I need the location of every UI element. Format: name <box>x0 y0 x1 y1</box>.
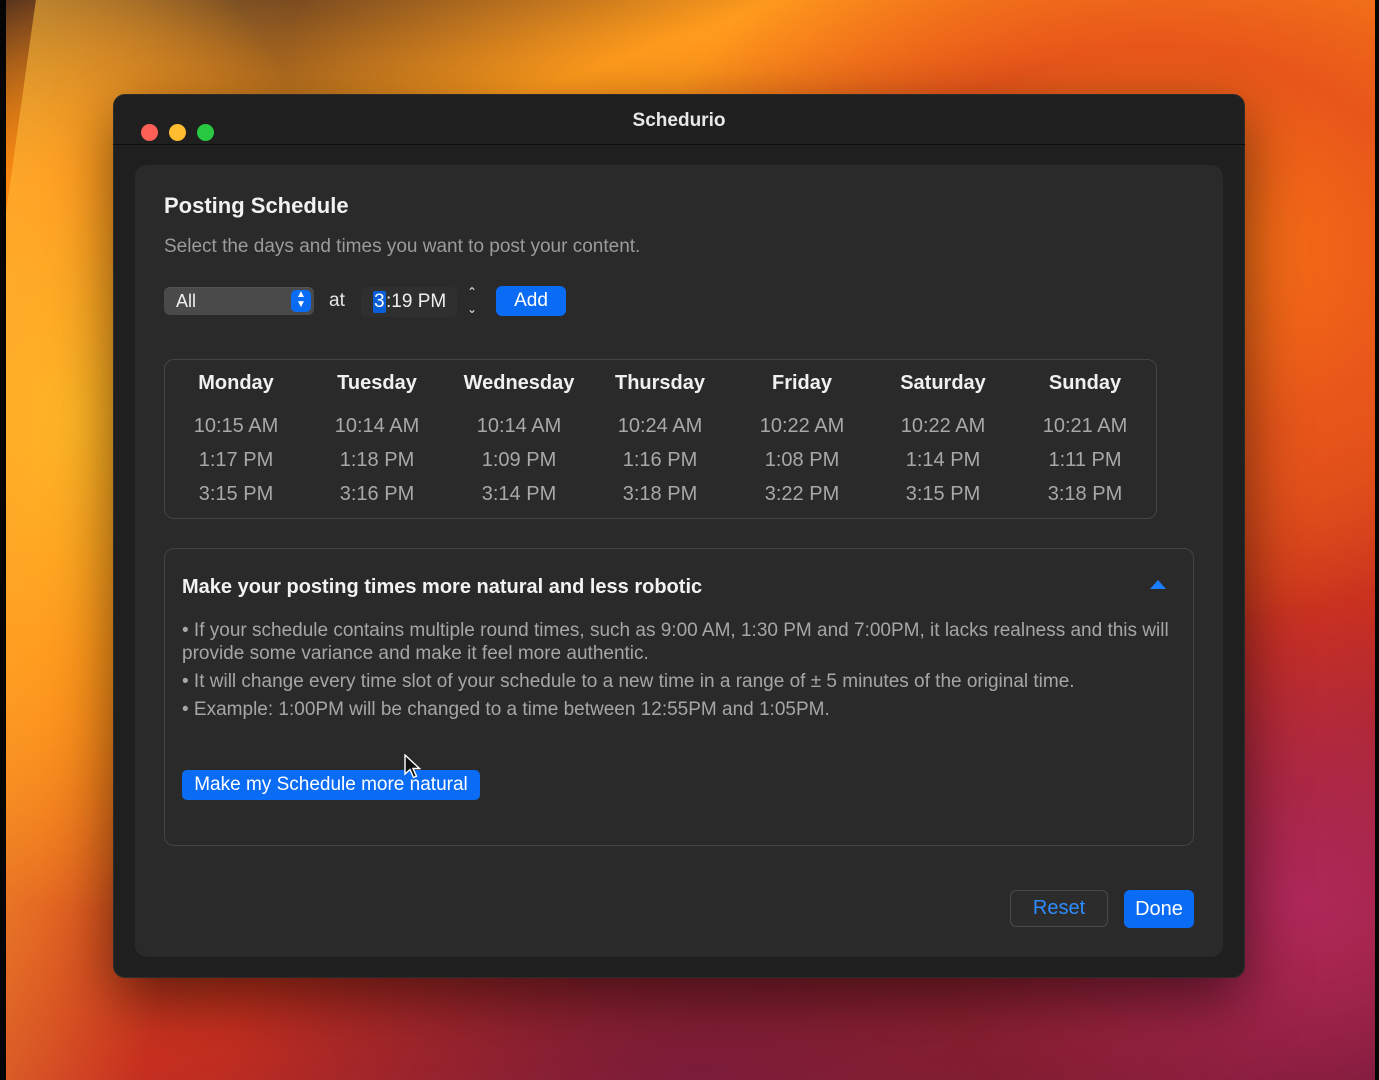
app-window: Schedurio Posting Schedule Select the da… <box>113 94 1245 978</box>
bullet-item: • Example: 1:00PM will be changed to a t… <box>182 699 830 720</box>
natural-bullet-list: • If your schedule contains multiple rou… <box>182 619 1182 726</box>
schedule-grid: Monday 10:15 AM 1:17 PM 3:15 PM Tuesday … <box>164 359 1157 519</box>
natural-panel-title: Make your posting times more natural and… <box>182 576 703 598</box>
time-slot: 3:15 PM <box>905 483 981 505</box>
time-slot: 3:18 PM <box>1047 483 1123 505</box>
time-slot: 3:18 PM <box>622 483 698 505</box>
day-name: Saturday <box>900 372 986 394</box>
time-stepper-icon[interactable]: ⌃ ⌄ <box>464 284 480 318</box>
time-slot: 10:14 AM <box>476 415 562 437</box>
collapse-chevron-icon[interactable] <box>1150 580 1166 589</box>
time-slot: 3:22 PM <box>764 483 840 505</box>
time-slot: 1:14 PM <box>905 449 981 471</box>
day-name: Sunday <box>1048 372 1122 394</box>
select-stepper-icon: ▲ ▼ <box>291 290 311 312</box>
time-slot: 3:16 PM <box>339 483 415 505</box>
screen-bezel-right <box>1375 0 1379 1080</box>
done-button[interactable]: Done <box>1124 890 1194 928</box>
time-minute-segment[interactable]: :19 PM <box>386 291 446 313</box>
day-select[interactable]: All ▲ ▼ <box>164 287 314 315</box>
add-button[interactable]: Add <box>496 286 566 316</box>
reset-button[interactable]: Reset <box>1010 890 1108 927</box>
time-slot: 10:22 AM <box>900 415 986 437</box>
day-select-value: All <box>176 291 197 311</box>
at-label: at <box>329 290 345 311</box>
time-slot: 3:15 PM <box>198 483 274 505</box>
day-name: Friday <box>771 372 833 394</box>
time-slot: 3:14 PM <box>481 483 557 505</box>
time-slot: 10:21 AM <box>1042 415 1128 437</box>
time-slot: 10:24 AM <box>617 415 703 437</box>
mouse-pointer-icon <box>404 754 422 779</box>
make-natural-button[interactable]: Make my Schedule more natural <box>182 770 480 800</box>
day-name: Tuesday <box>337 372 417 394</box>
time-slot: 1:08 PM <box>764 449 840 471</box>
sheet-title: Posting Schedule <box>164 193 349 218</box>
screen-bezel-left <box>0 0 6 1080</box>
title-bar: Schedurio <box>113 94 1245 145</box>
bullet-item: • It will change every time slot of your… <box>182 671 1075 692</box>
day-name: Monday <box>198 372 274 394</box>
time-field[interactable]: 3 :19 PM <box>361 287 457 317</box>
day-name: Thursday <box>614 372 706 394</box>
time-slot: 1:16 PM <box>622 449 698 471</box>
sheet-subtitle: Select the days and times you want to po… <box>164 236 641 257</box>
time-hour-segment[interactable]: 3 <box>373 291 386 313</box>
time-slot: 10:22 AM <box>759 415 845 437</box>
window-title: Schedurio <box>632 110 726 131</box>
posting-schedule-sheet: Posting Schedule Select the days and tim… <box>135 165 1223 957</box>
day-name: Wednesday <box>463 372 575 394</box>
bullet-item: • If your schedule contains multiple rou… <box>182 620 1169 664</box>
natural-times-panel: Make your posting times more natural and… <box>164 548 1194 846</box>
time-slot: 10:14 AM <box>334 415 420 437</box>
time-slot: 1:09 PM <box>481 449 557 471</box>
time-slot: 1:11 PM <box>1048 449 1122 471</box>
time-slot: 10:15 AM <box>193 415 279 437</box>
time-slot: 1:17 PM <box>198 449 274 471</box>
time-slot: 1:18 PM <box>339 449 415 471</box>
